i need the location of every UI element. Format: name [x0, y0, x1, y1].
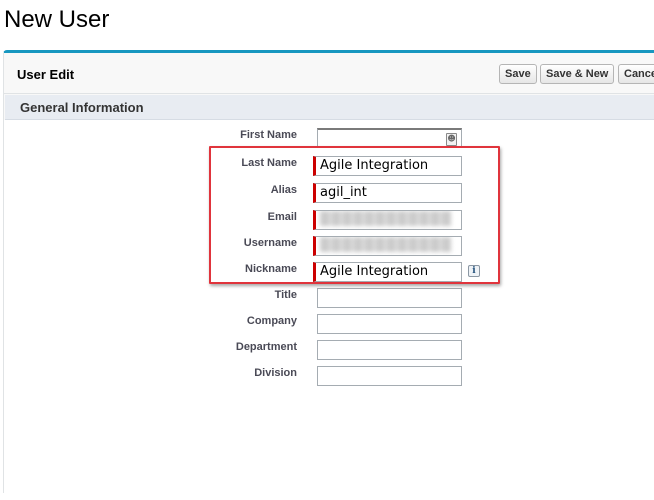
- info-icon[interactable]: i: [468, 265, 480, 277]
- nickname-value: Agile Integration: [320, 264, 429, 279]
- panel-title: User Edit: [17, 67, 75, 82]
- username-blur-mark: ▒▒▒▒▒▒▒▒▒▒▒▒: [320, 238, 452, 253]
- form-body: [4, 120, 654, 500]
- first-name-label: First Name: [240, 129, 297, 141]
- contact-card-icon[interactable]: ☻: [446, 133, 457, 146]
- title-label: Title: [274, 289, 297, 301]
- username-input[interactable]: ▒▒▒▒▒▒▒▒▒▒▒▒: [313, 236, 462, 256]
- email-input[interactable]: ▒▒▒▒▒▒▒▒▒▒▒▒: [313, 210, 462, 230]
- alias-input[interactable]: agil_int: [313, 183, 462, 203]
- email-blur-mark: ▒▒▒▒▒▒▒▒▒▒▒▒: [320, 212, 452, 227]
- cancel-button[interactable]: Cance: [618, 64, 654, 84]
- alias-value: agil_int: [320, 185, 367, 200]
- division-input[interactable]: [317, 366, 462, 386]
- company-input[interactable]: [317, 314, 462, 334]
- last-name-label: Last Name: [241, 157, 297, 169]
- last-name-input[interactable]: Agile Integration: [313, 156, 462, 176]
- section-header-general-information[interactable]: General Information: [5, 95, 654, 120]
- save-and-new-button[interactable]: Save & New: [540, 64, 615, 84]
- panel-header: User Edit Save Save & New Cance: [4, 53, 654, 94]
- nickname-label: Nickname: [245, 263, 297, 275]
- nickname-input[interactable]: Agile Integration: [313, 262, 462, 282]
- company-label: Company: [246, 315, 297, 327]
- save-button[interactable]: Save: [499, 64, 537, 84]
- alias-label: Alias: [270, 184, 297, 196]
- division-label: Division: [254, 367, 297, 379]
- email-label: Email: [267, 211, 297, 223]
- department-input[interactable]: [317, 340, 462, 360]
- page-title: New User: [4, 6, 110, 33]
- title-input[interactable]: [317, 288, 462, 308]
- username-label: Username: [243, 237, 297, 249]
- first-name-input[interactable]: ☻: [317, 128, 462, 148]
- last-name-value: Agile Integration: [320, 158, 429, 173]
- section-title: General Information: [20, 100, 144, 115]
- department-label: Department: [235, 341, 297, 353]
